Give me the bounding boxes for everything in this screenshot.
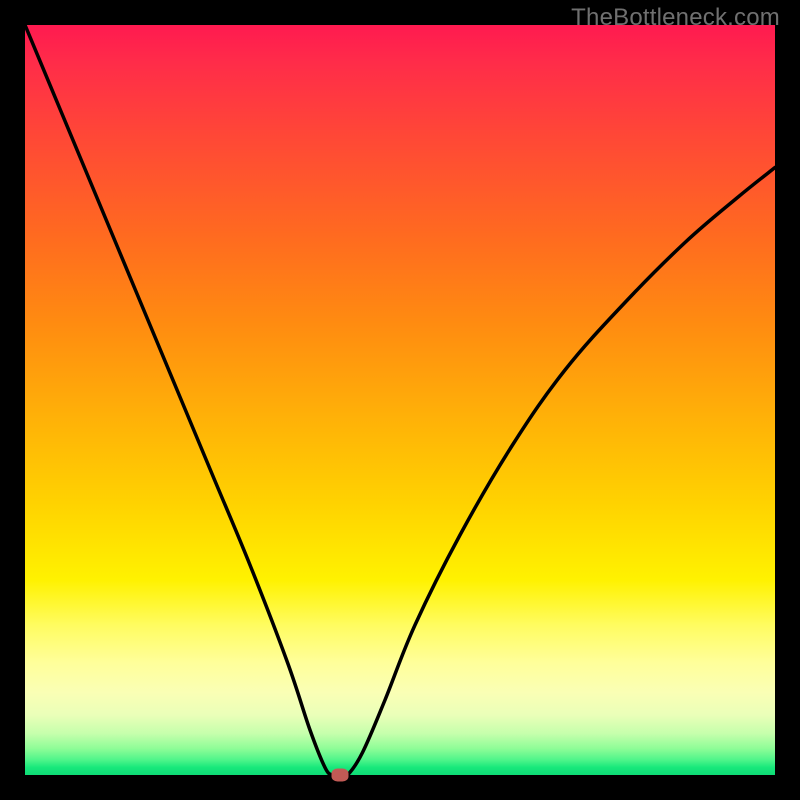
curve-path (25, 25, 775, 777)
plot-area (25, 25, 775, 775)
minimum-marker (332, 769, 349, 782)
chart-container: TheBottleneck.com (0, 0, 800, 800)
watermark-text: TheBottleneck.com (571, 4, 780, 32)
bottleneck-curve (25, 25, 775, 775)
